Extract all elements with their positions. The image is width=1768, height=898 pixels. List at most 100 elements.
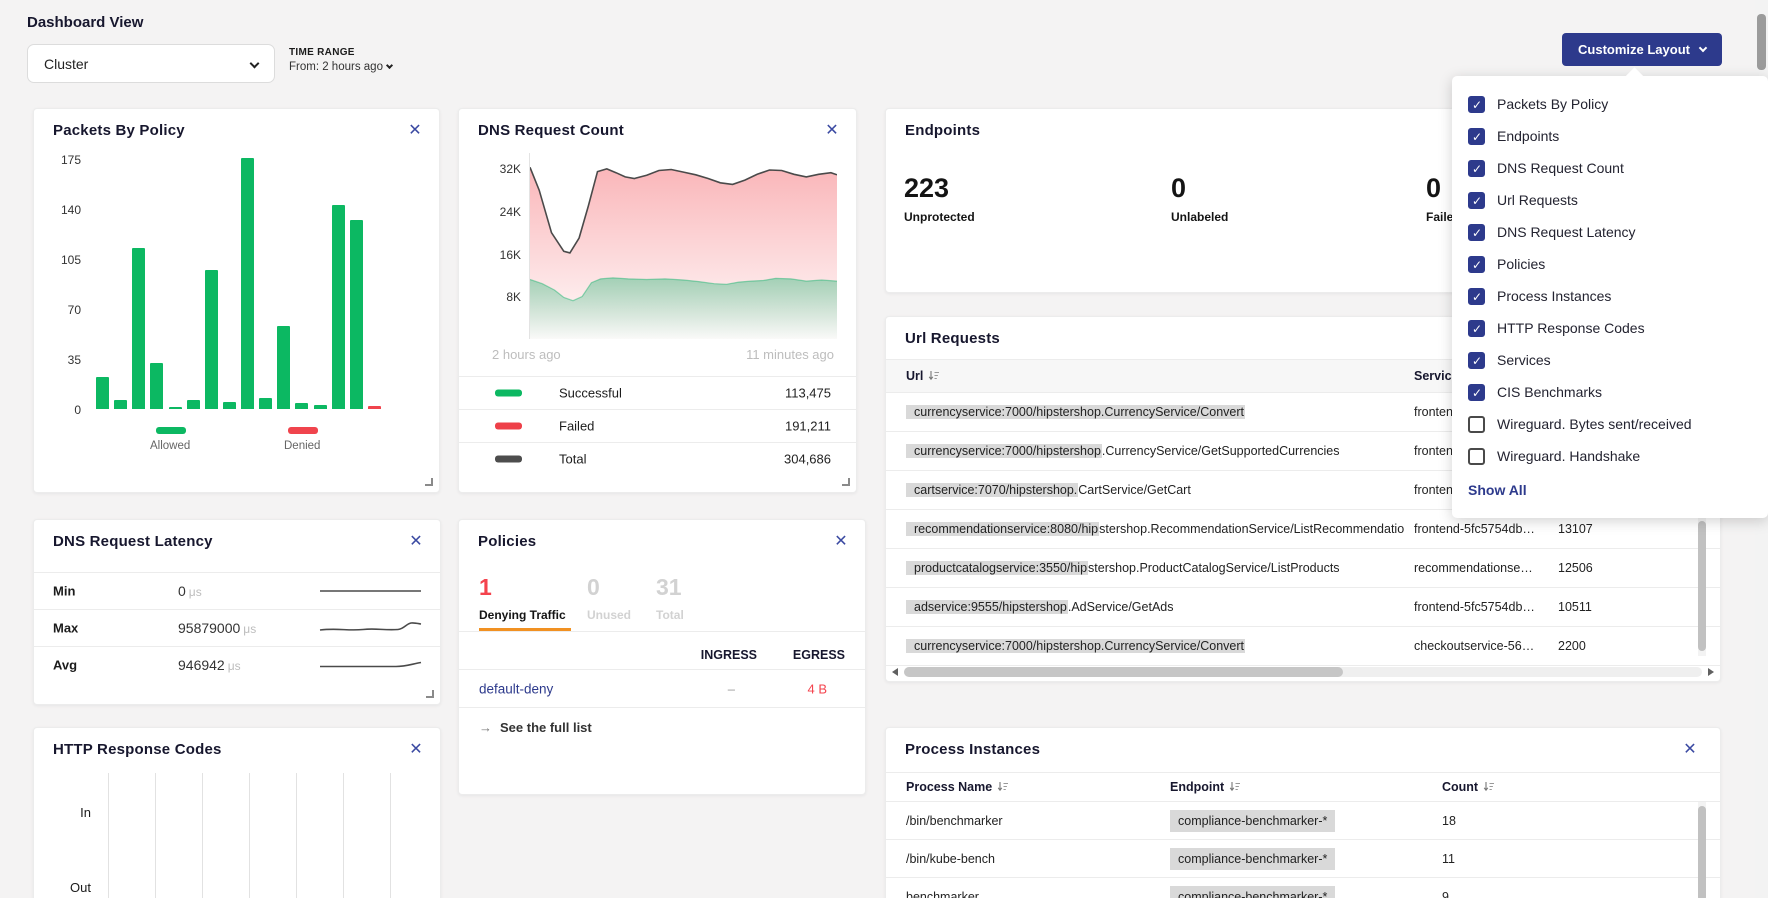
close-icon[interactable]: [406, 740, 426, 760]
policies-table-header: INGRESS EGRESS: [459, 641, 865, 669]
checkbox-icon[interactable]: [1468, 320, 1485, 337]
menu-item-cis-benchmarks[interactable]: CIS Benchmarks: [1452, 376, 1768, 408]
policy-row[interactable]: default-deny – 4 B: [459, 669, 865, 708]
table-row[interactable]: currencyservice:7000/hipstershop.Currenc…: [886, 627, 1720, 666]
scrollbar-track[interactable]: [904, 667, 1702, 677]
policy-name-link[interactable]: default-deny: [479, 681, 553, 696]
checkbox-icon[interactable]: [1468, 128, 1485, 145]
checkbox-icon[interactable]: [1468, 384, 1485, 401]
see-full-list-link[interactable]: →See the full list: [479, 720, 592, 735]
customize-layout-button[interactable]: Customize Layout: [1562, 33, 1722, 66]
area-chart: [529, 153, 836, 339]
checkbox-icon[interactable]: [1468, 448, 1485, 465]
table-row[interactable]: productcatalogservice:3550/hipstershop.P…: [886, 549, 1720, 588]
grid-line: [296, 773, 297, 898]
legend-row-total: Total 304,686: [459, 442, 856, 475]
checkbox-icon[interactable]: [1468, 160, 1485, 177]
column-header-process-name[interactable]: Process Name: [906, 780, 1009, 794]
stat-unlabeled: 0 Unlabeled: [1171, 175, 1228, 224]
table-row[interactable]: benchmarker compliance-benchmarker-* 9: [886, 878, 1720, 898]
count-cell: 13107: [1558, 522, 1593, 536]
count-cell: 9: [1442, 890, 1449, 898]
count-cell: 12506: [1558, 561, 1593, 575]
scrollbar-thumb[interactable]: [1698, 806, 1706, 898]
menu-item-endpoints[interactable]: Endpoints: [1452, 120, 1768, 152]
stat-value: 0: [587, 576, 631, 599]
menu-item-url-requests[interactable]: Url Requests: [1452, 184, 1768, 216]
checkbox-icon[interactable]: [1468, 192, 1485, 209]
menu-item-dns-request-count[interactable]: DNS Request Count: [1452, 152, 1768, 184]
page-title: Dashboard View: [27, 14, 143, 31]
stat-unused[interactable]: 0 Unused: [587, 576, 631, 622]
menu-item-process-instances[interactable]: Process Instances: [1452, 280, 1768, 312]
resize-handle[interactable]: [426, 690, 434, 698]
table-row[interactable]: /bin/benchmarker compliance-benchmarker-…: [886, 802, 1720, 840]
stat-total[interactable]: 31 Total: [656, 576, 684, 622]
time-range-from[interactable]: From: 2 hours ago: [289, 61, 392, 73]
close-icon[interactable]: [831, 532, 851, 552]
table-row[interactable]: adservice:9555/hipstershop.AdService/Get…: [886, 588, 1720, 627]
checkbox-icon[interactable]: [1468, 96, 1485, 113]
url-cell: currencyservice:7000/hipstershop.Currenc…: [906, 639, 1404, 653]
close-icon[interactable]: [822, 121, 842, 141]
column-header-url[interactable]: Url: [906, 369, 940, 383]
card-title: DNS Request Latency: [53, 533, 213, 550]
grid-line: [343, 773, 344, 898]
horizontal-scrollbar[interactable]: [888, 666, 1718, 678]
stat-value: 1: [479, 576, 566, 599]
menu-item-wireguard-bytes[interactable]: Wireguard. Bytes sent/received: [1452, 408, 1768, 440]
scroll-right-icon[interactable]: [1708, 668, 1714, 676]
close-icon[interactable]: [406, 532, 426, 552]
y-axis-tick: 105: [47, 253, 81, 267]
policies-card: Policies 1 Denying Traffic 0 Unused 31 T…: [458, 519, 866, 795]
latency-row-max: Max 95879000μs: [34, 609, 440, 646]
time-range-label: TIME RANGE: [289, 47, 392, 58]
card-title: Packets By Policy: [53, 122, 185, 139]
chevron-down-icon: [386, 62, 393, 69]
service-cell: frontend-5fc5754db…: [1414, 522, 1548, 536]
view-selector-dropdown[interactable]: Cluster: [27, 44, 275, 83]
show-all-link[interactable]: Show All: [1468, 482, 1527, 498]
checkbox-icon[interactable]: [1468, 352, 1485, 369]
menu-item-services[interactable]: Services: [1452, 344, 1768, 376]
view-selector-value: Cluster: [44, 56, 251, 72]
column-header-egress: EGRESS: [793, 648, 845, 662]
scrollbar-thumb[interactable]: [1757, 14, 1766, 70]
legend-value: 304,686: [784, 452, 831, 467]
scrollbar-thumb[interactable]: [904, 667, 1343, 677]
y-axis-tick: 8K: [487, 290, 521, 304]
http-response-codes-card: HTTP Response Codes In Out: [33, 727, 441, 898]
column-header-count[interactable]: Count: [1442, 780, 1495, 794]
denied-legend-label: Denied: [284, 440, 320, 452]
column-header-endpoint[interactable]: Endpoint: [1170, 780, 1241, 794]
menu-item-packets-by-policy[interactable]: Packets By Policy: [1452, 88, 1768, 120]
checkbox-icon[interactable]: [1468, 224, 1485, 241]
scrollbar-thumb[interactable]: [1698, 521, 1706, 651]
card-title: Endpoints: [905, 122, 980, 139]
vertical-scrollbar[interactable]: [1698, 802, 1706, 898]
checkbox-icon[interactable]: [1468, 256, 1485, 273]
close-icon[interactable]: [405, 121, 425, 141]
resize-handle[interactable]: [425, 478, 433, 486]
scroll-left-icon[interactable]: [892, 668, 898, 676]
grid-line: [108, 773, 109, 898]
menu-item-http-response-codes[interactable]: HTTP Response Codes: [1452, 312, 1768, 344]
stat-denying-traffic[interactable]: 1 Denying Traffic: [479, 576, 566, 622]
y-axis-tick: 24K: [487, 205, 521, 219]
checkbox-icon[interactable]: [1468, 416, 1485, 433]
ingress-value: –: [728, 681, 735, 696]
process-instances-header: Process Name Endpoint Count: [886, 772, 1720, 802]
close-icon[interactable]: [1680, 740, 1700, 760]
menu-item-wireguard-handshake[interactable]: Wireguard. Handshake: [1452, 440, 1768, 472]
checkbox-icon[interactable]: [1468, 288, 1485, 305]
table-row[interactable]: /bin/kube-bench compliance-benchmarker-*…: [886, 840, 1720, 878]
row-label-in: In: [51, 805, 91, 820]
menu-notch: [1625, 67, 1643, 85]
menu-item-policies[interactable]: Policies: [1452, 248, 1768, 280]
sparkline: [318, 580, 423, 602]
y-axis-tick: 140: [47, 203, 81, 217]
menu-item-dns-request-latency[interactable]: DNS Request Latency: [1452, 216, 1768, 248]
process-name-cell: benchmarker: [906, 890, 979, 898]
process-instances-card: Process Instances Process Name Endpoint …: [885, 727, 1721, 898]
resize-handle[interactable]: [842, 478, 850, 486]
